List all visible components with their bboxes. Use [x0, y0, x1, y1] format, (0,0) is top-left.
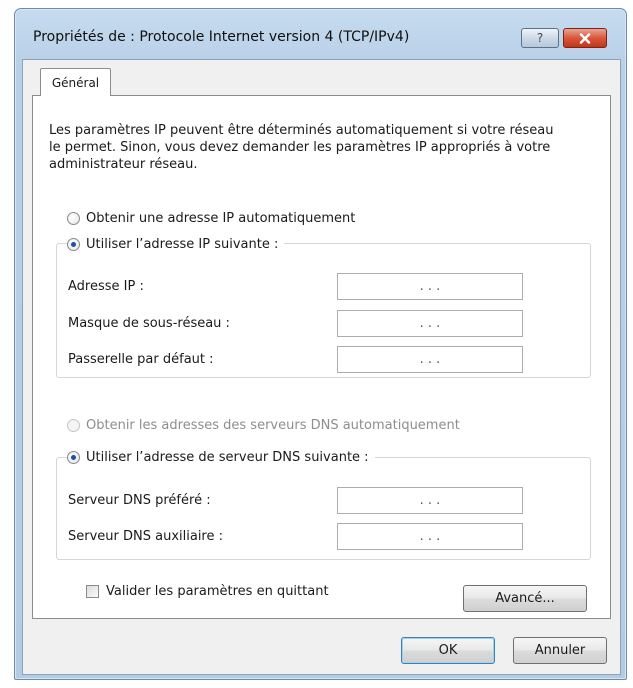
preferred-dns-value: . . . — [419, 493, 441, 508]
dialog-window: Propriétés de : Protocole Internet versi… — [14, 8, 627, 680]
subnet-mask-label: Masque de sous-réseau : — [68, 316, 230, 331]
close-icon — [579, 32, 591, 44]
radio-ip-auto-indicator[interactable] — [67, 212, 80, 225]
cancel-button[interactable]: Annuler — [513, 637, 607, 664]
ok-button[interactable]: OK — [401, 637, 495, 664]
radio-dns-manual-label: Utiliser l’adresse de serveur DNS suivan… — [86, 450, 369, 465]
advanced-button[interactable]: Avancé... — [463, 585, 587, 612]
subnet-mask-input[interactable]: . . . — [337, 310, 523, 337]
window-title: Propriétés de : Protocole Internet versi… — [33, 29, 410, 45]
radio-dns-manual-indicator[interactable] — [67, 451, 80, 464]
radio-dns-auto-indicator[interactable] — [67, 419, 80, 432]
radio-ip-manual[interactable]: Utiliser l’adresse IP suivante : — [67, 237, 285, 252]
tab-general[interactable]: Général — [40, 68, 111, 96]
gateway-value: . . . — [419, 352, 441, 367]
alternate-dns-label: Serveur DNS auxiliaire : — [68, 529, 224, 544]
radio-dns-manual[interactable]: Utiliser l’adresse de serveur DNS suivan… — [67, 450, 375, 465]
radio-ip-manual-indicator[interactable] — [67, 238, 80, 251]
preferred-dns-label: Serveur DNS préféré : — [68, 493, 211, 508]
preferred-dns-input[interactable]: . . . — [337, 487, 523, 514]
dialog-body: Général Les paramètres IP peuvent être d… — [22, 59, 621, 675]
ip-address-value: . . . — [419, 279, 441, 294]
alternate-dns-input[interactable]: . . . — [337, 523, 523, 550]
radio-dns-auto-label: Obtenir les adresses des serveurs DNS au… — [86, 418, 460, 433]
close-button[interactable] — [563, 28, 607, 48]
general-panel: Les paramètres IP peuvent être déterminé… — [32, 95, 611, 619]
ip-address-label: Adresse IP : — [68, 279, 144, 294]
gateway-label: Passerelle par défaut : — [68, 352, 214, 367]
validate-on-exit-row[interactable]: Valider les paramètres en quittant — [86, 584, 329, 599]
alternate-dns-value: . . . — [419, 529, 441, 544]
gateway-input[interactable]: . . . — [337, 346, 523, 373]
validate-on-exit-label: Valider les paramètres en quittant — [106, 584, 329, 599]
intro-text: Les paramètres IP peuvent être déterminé… — [49, 123, 554, 172]
subnet-mask-value: . . . — [419, 316, 441, 331]
radio-ip-auto-label: Obtenir une adresse IP automatiquement — [86, 211, 356, 226]
ip-address-input[interactable]: . . . — [337, 273, 523, 300]
radio-ip-manual-label: Utiliser l’adresse IP suivante : — [86, 237, 279, 252]
help-button[interactable]: ? — [521, 28, 559, 48]
help-icon: ? — [536, 31, 544, 45]
validate-on-exit-checkbox[interactable] — [86, 585, 99, 598]
radio-ip-auto[interactable]: Obtenir une adresse IP automatiquement — [67, 211, 362, 226]
radio-dns-auto[interactable]: Obtenir les adresses des serveurs DNS au… — [67, 418, 466, 433]
